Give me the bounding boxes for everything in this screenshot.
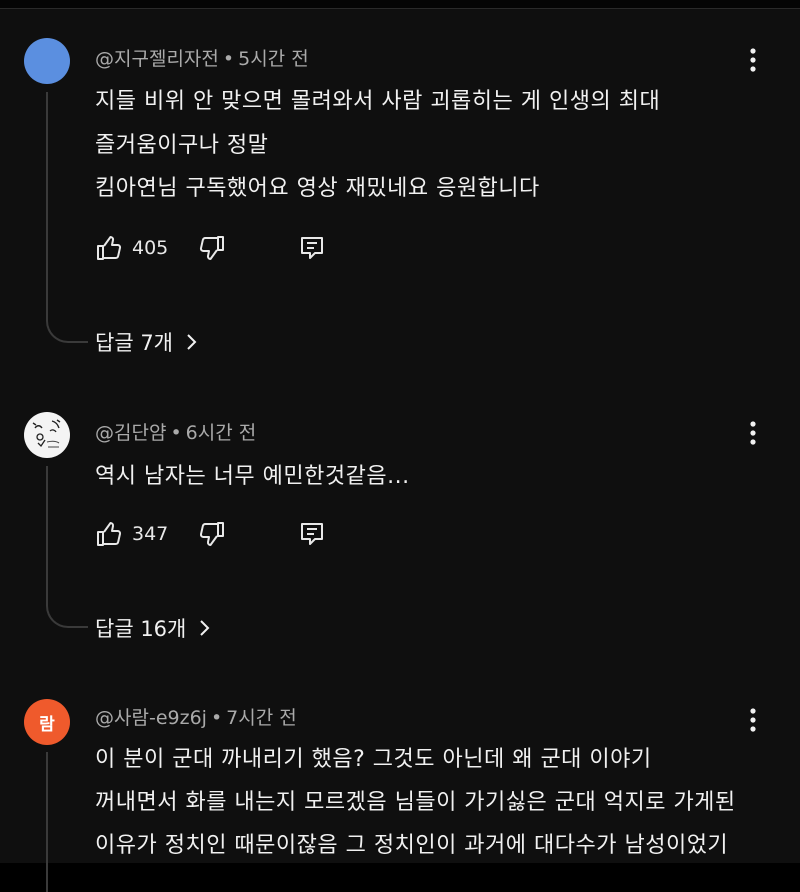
- timestamp[interactable]: 5시간 전: [238, 48, 309, 70]
- comment-text-line: 이 분이 군대 까내리기 했음? 그것도 아닌데 왜 군대 이야기: [95, 747, 652, 772]
- thread-line: [46, 92, 88, 343]
- avatar[interactable]: [24, 38, 70, 84]
- like-button[interactable]: 405: [95, 234, 168, 262]
- author-name[interactable]: @지구젤리자전: [95, 48, 219, 70]
- thread-line: [46, 752, 88, 892]
- comment-text-line: 킴아연님 구독했어요 영상 재밌네요 응원합니다: [95, 176, 540, 201]
- like-count: 347: [132, 523, 169, 545]
- replies-count-label: 답글 16개: [95, 617, 187, 641]
- comment-meta: @사람-e9z6j • 7시간 전: [95, 703, 297, 730]
- comment-text-line: 지들 비위 안 맞으면 몰려와서 사람 괴롭히는 게 인생의 최대: [95, 89, 661, 114]
- reply-button[interactable]: [298, 520, 326, 548]
- comment-actions: 405: [95, 232, 326, 264]
- replies-count-label: 답글 7개: [95, 331, 173, 355]
- thumbs-down-icon: [198, 520, 226, 548]
- timestamp[interactable]: 6시간 전: [186, 422, 257, 444]
- reply-comment-icon: [298, 234, 326, 262]
- separator-dot: •: [210, 707, 223, 729]
- thumbs-up-icon: [95, 234, 123, 262]
- comment-actions: 347: [95, 518, 326, 550]
- view-replies-button[interactable]: 답글 16개: [95, 613, 212, 643]
- comment-text-line: 즐거움이구나 정말: [95, 133, 269, 158]
- thread-line: [46, 466, 88, 628]
- comment-meta: @김단얌 • 6시간 전: [95, 418, 256, 445]
- separator-dot: •: [170, 422, 182, 444]
- top-edge: [0, 0, 800, 9]
- thumbs-down-icon: [198, 234, 226, 262]
- comment-meta: @지구젤리자전 • 5시간 전: [95, 44, 309, 71]
- more-vert-icon[interactable]: [742, 705, 764, 735]
- comment-text-line: 꺼내면서 화를 내는지 모르겠음 님들이 가기싫은 군대 억지로 가게된: [95, 790, 736, 815]
- dislike-button[interactable]: [198, 520, 226, 548]
- chevron-right-icon: [185, 332, 199, 352]
- reply-comment-icon: [298, 520, 326, 548]
- author-name[interactable]: @김단얌: [95, 422, 166, 444]
- chevron-right-icon: [198, 618, 212, 638]
- view-replies-button[interactable]: 답글 7개: [95, 327, 199, 357]
- like-count: 405: [132, 237, 169, 259]
- avatar-initial: 람: [39, 714, 55, 735]
- avatar[interactable]: 람: [24, 699, 70, 745]
- more-vert-icon[interactable]: [742, 418, 764, 448]
- comment-text-line: 역시 남자는 너무 예민한것같음...: [95, 464, 410, 489]
- more-vert-icon[interactable]: [742, 45, 764, 75]
- dislike-button[interactable]: [198, 234, 226, 262]
- avatar[interactable]: [24, 412, 70, 458]
- thumbs-up-icon: [95, 520, 123, 548]
- separator-dot: •: [222, 48, 235, 70]
- sketch-avatar-image: [32, 419, 61, 448]
- timestamp[interactable]: 7시간 전: [226, 707, 297, 729]
- author-name[interactable]: @사람-e9z6j: [95, 707, 207, 729]
- comment-text-line: 이유가 정치인 때문이잖음 그 정치인이 과거에 대다수가 남성이었기: [95, 833, 729, 858]
- reply-button[interactable]: [298, 234, 326, 262]
- like-button[interactable]: 347: [95, 520, 168, 548]
